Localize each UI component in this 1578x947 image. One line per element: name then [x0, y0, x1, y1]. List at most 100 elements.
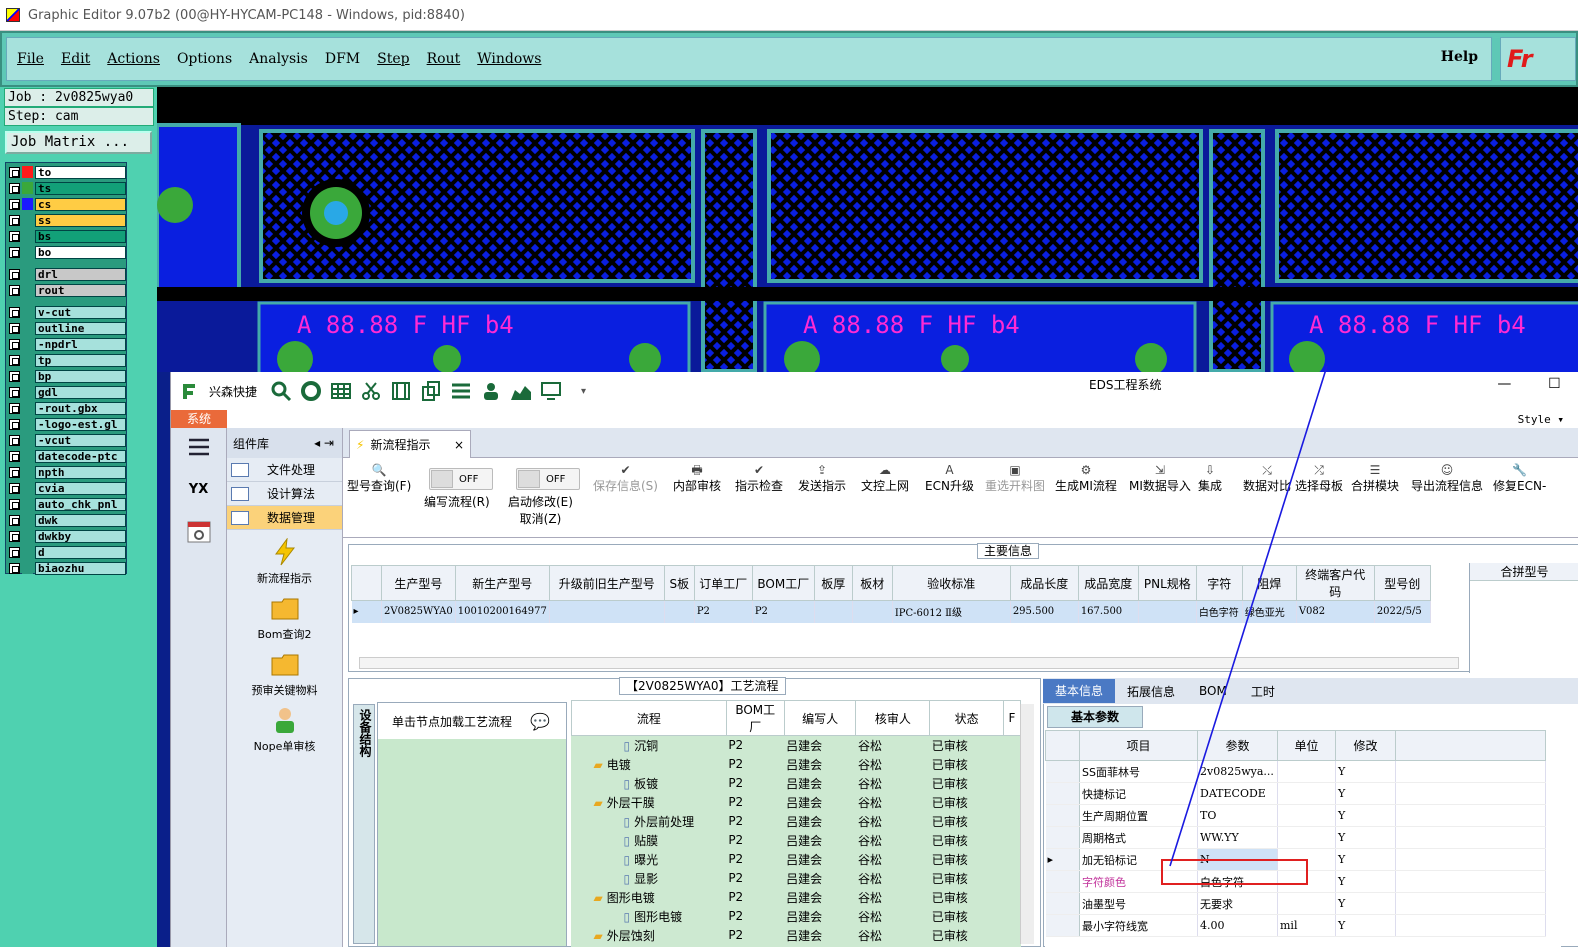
layer-checkbox[interactable] [9, 354, 20, 366]
menu-windows[interactable]: Windows [477, 51, 541, 67]
layer-checkbox[interactable] [9, 530, 20, 542]
layer-row[interactable]: -npdrl [9, 337, 126, 351]
layer-row[interactable]: outline [9, 321, 126, 335]
toggle-switch[interactable]: OFF [516, 468, 580, 490]
column-header[interactable]: 生产型号 [381, 565, 456, 601]
maximize-icon[interactable]: ☐ [1548, 376, 1561, 392]
flow-row[interactable]: ▰ 电镀 P2 吕建会 谷松 已审核 [572, 755, 1021, 774]
flow-row[interactable]: ▯ 图形电镀 P2 吕建会 谷松 已审核 [572, 907, 1021, 926]
column-header[interactable]: 板材 [851, 565, 893, 601]
layer-checkbox[interactable] [9, 198, 20, 210]
column-header[interactable]: 成品宽度 [1077, 565, 1139, 601]
layer-row[interactable]: ts [9, 181, 126, 195]
ribbon-check-button[interactable]: ✔ 指示检查 [735, 462, 783, 495]
layer-checkbox[interactable] [9, 306, 20, 318]
param-row[interactable]: 周期格式 WW.YY Y [1045, 826, 1546, 849]
param-row[interactable]: 生产周期位置 TO Y [1045, 804, 1546, 827]
menu-actions[interactable]: Actions [107, 51, 160, 67]
layer-checkbox[interactable] [9, 230, 20, 242]
flow-row[interactable]: ▰ 外层干膜 P2 吕建会 谷松 已审核 [572, 793, 1021, 812]
param-column-header[interactable]: 项目 [1079, 730, 1198, 761]
ribbon-write-flow[interactable]: 编写流程(R) [424, 494, 490, 511]
layer-checkbox[interactable] [9, 284, 20, 296]
ribbon-print-button[interactable]: 🖶 内部审核 [673, 462, 721, 495]
layer-row[interactable]: tp [9, 353, 126, 367]
ribbon-list-button[interactable]: ☰ 合拼模块 [1351, 462, 1399, 495]
tab-new-flow[interactable]: ⚡ 新流程指示 × [349, 430, 471, 458]
flow-column-header[interactable]: 核审人 [855, 700, 931, 736]
layer-row[interactable]: -vcut [9, 433, 126, 447]
layer-row[interactable]: rout [9, 283, 126, 297]
layer-checkbox[interactable] [9, 386, 20, 398]
flow-row[interactable]: ▯ 板镀 P2 吕建会 谷松 已审核 [572, 774, 1021, 793]
ribbon-search-button[interactable]: 🔍 型号查询(F) [347, 462, 411, 495]
right-tab[interactable]: 基本信息 [1043, 679, 1116, 703]
pcb-graphics-view[interactable]: A 88.88 F HF b4 A 88.88 F HF b4 A 88.88 … [157, 87, 1578, 372]
layer-row[interactable]: v-cut [9, 305, 126, 319]
calendar-icon[interactable] [171, 512, 226, 552]
ribbon-shuffle-button[interactable]: ⤮ 选择母板 [1295, 462, 1343, 495]
flow-column-header[interactable]: 状态 [929, 700, 1004, 736]
menu-help[interactable]: Help [1441, 49, 1478, 65]
ribbon-start-edit[interactable]: 启动修改(E) 取消(Z) [508, 494, 573, 528]
layer-checkbox[interactable] [9, 322, 20, 334]
toggle-switch[interactable]: OFF [429, 468, 493, 490]
layer-row[interactable]: gdl [9, 385, 126, 399]
column-header[interactable]: 板厚 [813, 565, 853, 601]
layer-checkbox[interactable] [9, 214, 20, 226]
film-icon[interactable] [387, 378, 415, 404]
flow-column-header[interactable]: BOM工厂 [725, 700, 785, 736]
layer-checkbox[interactable] [9, 166, 20, 178]
layer-checkbox[interactable] [9, 482, 20, 494]
tool-nope-audit[interactable]: Nope单审核 [227, 706, 342, 754]
layer-checkbox[interactable] [9, 498, 20, 510]
comp-item-design[interactable]: 设计算法 [227, 482, 342, 506]
style-dropdown[interactable]: Style ▾ [1518, 413, 1564, 426]
scissors-icon[interactable] [357, 378, 385, 404]
layer-row[interactable]: -rout.gbx [9, 401, 126, 415]
search-icon[interactable] [267, 378, 295, 404]
layer-row[interactable]: cs [9, 197, 126, 211]
param-value[interactable]: WW.YY [1197, 826, 1278, 849]
right-tab[interactable]: BOM [1187, 684, 1239, 698]
flow-vertical-scrollbar[interactable] [1020, 704, 1034, 944]
layer-checkbox[interactable] [9, 562, 20, 574]
layer-checkbox[interactable] [9, 450, 20, 462]
layer-row[interactable]: to [9, 165, 126, 179]
column-header[interactable]: BOM工厂 [751, 565, 815, 601]
right-tab[interactable]: 工时 [1239, 683, 1287, 700]
layer-row[interactable]: d [9, 545, 126, 559]
comp-item-file[interactable]: 文件处理 [227, 458, 342, 482]
layer-checkbox[interactable] [9, 246, 20, 258]
flow-row[interactable]: ▯ 显影 P2 吕建会 谷松 已审核 [572, 869, 1021, 888]
column-header[interactable]: 阻焊 [1241, 565, 1297, 601]
factory-icon[interactable]: YX [171, 466, 226, 512]
param-column-header[interactable]: 修改 [1335, 730, 1396, 761]
flow-row[interactable]: ▰ 外层蚀刻 P2 吕建会 谷松 已审核 [572, 926, 1021, 945]
layer-row[interactable]: bo [9, 245, 126, 259]
menu-analysis[interactable]: Analysis [249, 51, 308, 67]
ribbon-check-button[interactable]: ✔ 保存信息(S) [593, 462, 658, 495]
job-matrix-button[interactable]: Job Matrix ... [5, 131, 152, 154]
layer-checkbox[interactable] [9, 434, 20, 446]
param-column-header[interactable]: 参数 [1197, 730, 1278, 761]
tool-bom-query[interactable]: Bom查询2 [227, 594, 342, 642]
flow-row[interactable]: ▯ 贴膜 P2 吕建会 谷松 已审核 [572, 831, 1021, 850]
flow-column-header[interactable]: 编写人 [783, 700, 857, 736]
copy-icon[interactable] [417, 378, 445, 404]
flow-row[interactable]: ▯ 沉铜 P2 吕建会 谷松 已审核 [572, 736, 1021, 755]
param-row[interactable]: 最小字符线宽 4.00 mil Y [1045, 914, 1546, 937]
layer-checkbox[interactable] [9, 402, 20, 414]
layer-checkbox[interactable] [9, 182, 20, 194]
area-chart-icon[interactable] [507, 378, 535, 404]
param-value[interactable]: 无要求 [1197, 892, 1278, 915]
param-row[interactable]: SS面菲林号 2v0825wya... Y [1045, 760, 1546, 783]
grid-icon[interactable] [327, 378, 355, 404]
layer-row[interactable]: drl [9, 267, 126, 281]
menu-options[interactable]: Options [177, 51, 232, 67]
layer-row[interactable]: ss [9, 213, 126, 227]
toolbar-overflow-icon[interactable]: ▾ [581, 386, 586, 397]
menu-step[interactable]: Step [377, 51, 409, 67]
right-tab[interactable]: 拓展信息 [1115, 683, 1187, 700]
param-value[interactable]: TO [1197, 804, 1278, 827]
